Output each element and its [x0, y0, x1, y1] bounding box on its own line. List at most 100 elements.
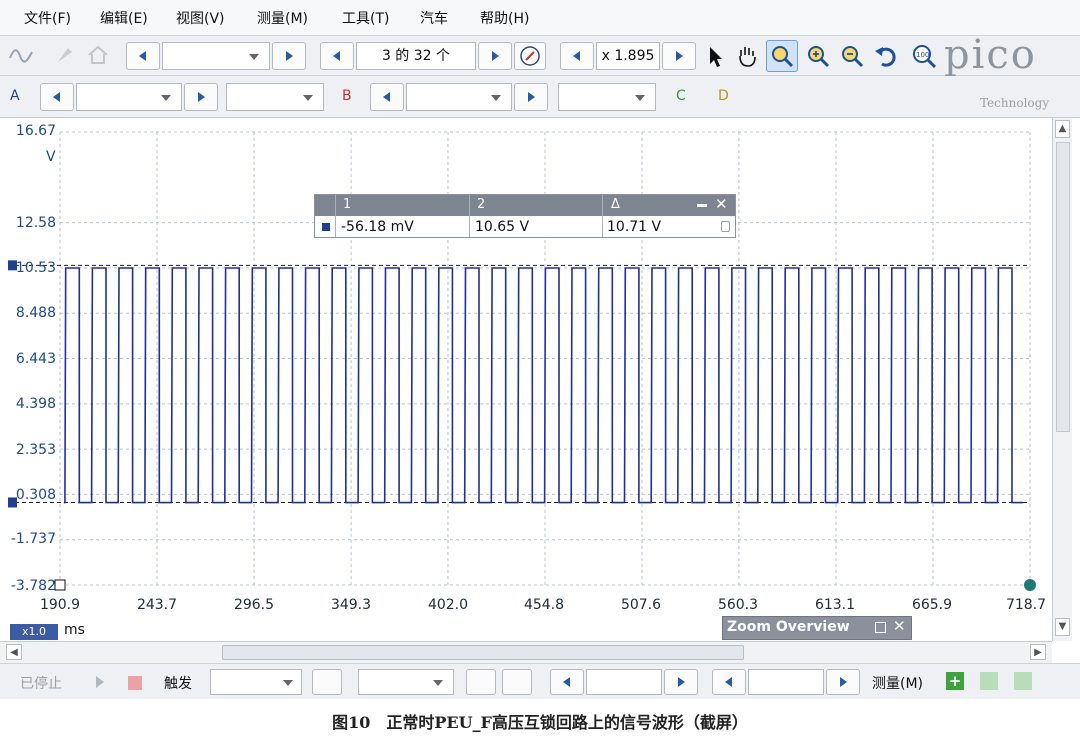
channel-a-label[interactable]: A: [10, 88, 20, 104]
ruler-value-2: 10.65 V: [475, 219, 530, 235]
pretrigger-field[interactable]: [748, 669, 824, 695]
capture-counter[interactable]: 3 的 32 个: [356, 42, 476, 70]
scroll-down-icon[interactable]: ▼: [1055, 618, 1070, 636]
trigger-channel-select[interactable]: [358, 669, 454, 695]
menu-bar: 文件(F) 编辑(E) 视图(V) 测量(M) 工具(T) 汽车 帮助(H): [0, 0, 1080, 36]
pretrigger-prev-button[interactable]: [712, 669, 746, 695]
trigger-edge-button[interactable]: [312, 669, 342, 695]
threshold-next-button[interactable]: [664, 669, 698, 695]
menu-file[interactable]: 文件(F): [24, 8, 71, 28]
zoom-next-button[interactable]: [662, 42, 696, 70]
horizontal-scrollbar[interactable]: ◀ ▶: [0, 641, 1052, 663]
vertical-scroll-thumb[interactable]: [1056, 142, 1070, 432]
channel-c-label[interactable]: C: [676, 88, 686, 104]
channel-b-next-button[interactable]: [514, 83, 548, 111]
x-tick-label: 718.7: [1005, 597, 1047, 613]
chevron-down-icon: [303, 95, 313, 101]
channel-color-swatch: [322, 223, 330, 231]
arrow-right-icon: [840, 677, 847, 687]
arrow-right-icon: [676, 51, 683, 61]
channel-b-prev-button[interactable]: [370, 83, 404, 111]
scope-mode-icon[interactable]: [8, 42, 34, 68]
channel-a-coupling-select[interactable]: [226, 83, 324, 111]
x-tick-label: 243.7: [136, 597, 178, 613]
ruler-value-delta: 10.71 V: [607, 219, 662, 235]
chevron-down-icon: [283, 680, 293, 686]
scroll-up-icon[interactable]: ▲: [1055, 120, 1070, 138]
x-tick-label: 349.3: [330, 597, 372, 613]
minimize-icon[interactable]: [697, 204, 707, 207]
next-capture-button[interactable]: [478, 42, 512, 70]
threshold-field[interactable]: [586, 669, 662, 695]
arrow-left-icon: [53, 92, 60, 102]
vertical-scrollbar[interactable]: ▲ ▼: [1052, 118, 1072, 641]
pretrigger-next-button[interactable]: [826, 669, 860, 695]
y-tick-label: 16.67: [15, 123, 56, 139]
channel-a-prev-button[interactable]: [40, 83, 74, 111]
y-tick-label: 8.488: [15, 305, 56, 321]
zoom-in-icon[interactable]: [804, 42, 832, 70]
zoom-tool-icon[interactable]: [766, 40, 798, 72]
ruler-header-1: 1: [343, 197, 352, 212]
channel-a-next-button[interactable]: [184, 83, 218, 111]
close-icon[interactable]: ✕: [893, 617, 906, 635]
pointer-tool-icon[interactable]: [704, 42, 726, 70]
zoom-out-icon[interactable]: [838, 42, 866, 70]
y-tick-label: 2.353: [15, 442, 56, 458]
next-buffer-button[interactable]: [272, 42, 306, 70]
hand-tool-icon[interactable]: [734, 42, 760, 70]
pin-icon[interactable]: [52, 42, 76, 68]
zoom-factor[interactable]: x 1.895: [596, 42, 660, 70]
channel-b-label[interactable]: B: [342, 88, 352, 104]
ruler-divider: [469, 195, 470, 237]
ruler-divider: [335, 195, 336, 237]
ruler-panel-header: [315, 195, 735, 216]
menu-tools[interactable]: 工具(T): [342, 8, 389, 28]
x-scale-badge[interactable]: x1.0: [10, 624, 58, 640]
prev-buffer-button[interactable]: [126, 42, 160, 70]
play-icon[interactable]: [96, 676, 104, 688]
chevron-down-icon: [161, 95, 171, 101]
toolbar-main: 3 的 32 个 x 1.895 100 pico: [0, 32, 1080, 78]
rising-edge-button[interactable]: [466, 669, 496, 695]
zoom-fit-icon[interactable]: 100: [910, 42, 938, 70]
edit-measurement-icon[interactable]: [980, 672, 998, 690]
home-icon[interactable]: [86, 42, 110, 68]
add-measurement-icon[interactable]: +: [946, 672, 964, 690]
zoom-prev-button[interactable]: [560, 42, 594, 70]
compass-button[interactable]: [514, 42, 546, 70]
y-tick-label: -3.782: [10, 578, 56, 594]
threshold-prev-button[interactable]: [550, 669, 584, 695]
horizontal-scroll-thumb[interactable]: [222, 645, 744, 660]
menu-measure[interactable]: 测量(M): [257, 8, 308, 28]
trigger-mode-select[interactable]: [210, 669, 302, 695]
compass-icon: [520, 46, 540, 66]
channel-d-label[interactable]: D: [718, 88, 729, 104]
ruler-header-2: 2: [477, 197, 486, 212]
menu-help[interactable]: 帮助(H): [480, 8, 529, 28]
prev-capture-button[interactable]: [320, 42, 354, 70]
toolbar-channels: A B C D Technology: [0, 76, 1080, 118]
measurements-label[interactable]: 测量(M): [872, 673, 923, 693]
menu-view[interactable]: 视图(V): [176, 8, 225, 28]
scroll-left-icon[interactable]: ◀: [6, 644, 22, 660]
lock-icon[interactable]: [721, 221, 730, 232]
channel-b-coupling-select[interactable]: [558, 83, 656, 111]
y-unit-label: V: [46, 149, 56, 165]
menu-edit[interactable]: 编辑(E): [100, 8, 148, 28]
close-icon[interactable]: ✕: [715, 195, 728, 213]
falling-edge-button[interactable]: [502, 669, 532, 695]
restore-icon[interactable]: [875, 622, 886, 633]
buffer-select[interactable]: [162, 42, 270, 70]
zoom-overview-window[interactable]: Zoom Overview ✕: [722, 616, 912, 640]
x-tick-label: 613.1: [814, 597, 856, 613]
stop-icon[interactable]: [128, 676, 142, 690]
chevron-down-icon: [635, 95, 645, 101]
ruler-panel[interactable]: 1 2 Δ ✕ -56.18 mV 10.65 V 10.71 V: [314, 194, 736, 238]
channel-a-range-select[interactable]: [76, 83, 182, 111]
undo-zoom-icon[interactable]: [872, 42, 900, 70]
channel-b-range-select[interactable]: [406, 83, 512, 111]
menu-auto[interactable]: 汽车: [420, 8, 448, 28]
delete-measurement-icon[interactable]: [1014, 672, 1032, 690]
scroll-right-icon[interactable]: ▶: [1030, 644, 1046, 660]
